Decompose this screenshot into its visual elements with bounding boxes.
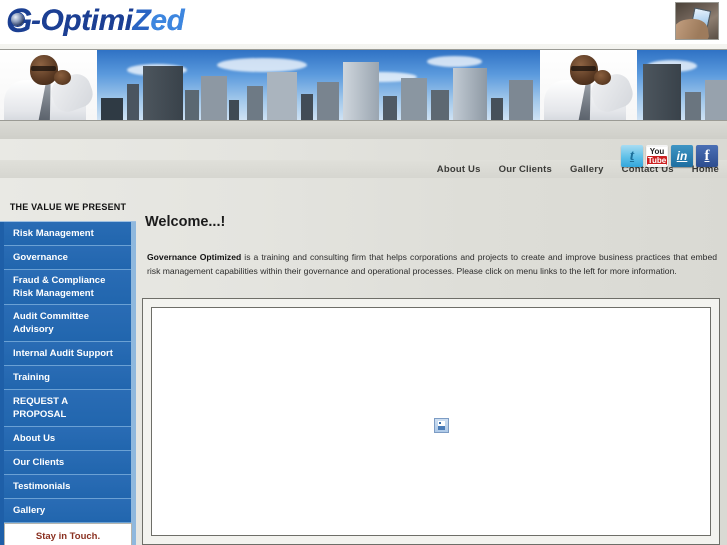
sidebar-item-about-us[interactable]: About Us	[4, 427, 131, 451]
main-content: Welcome...! Governance Optimized is a tr…	[141, 205, 723, 545]
logo-word-part-1: -Optimi	[31, 4, 133, 37]
nav-item-gallery[interactable]: Gallery	[570, 164, 604, 175]
sidebar-item-our-clients[interactable]: Our Clients	[4, 451, 131, 475]
sidebar-item-audit-committee-advisory[interactable]: Audit Committee Advisory	[4, 305, 131, 342]
intro-company-name: Governance Optimized	[147, 252, 242, 262]
social-links: t You Tube in f	[621, 145, 718, 167]
logo-wordmark: -OptimiZed	[31, 4, 185, 38]
nav-item-about-us[interactable]: About Us	[437, 164, 481, 175]
facebook-icon[interactable]: f	[696, 145, 718, 167]
sidebar-item-request-a-proposal[interactable]: REQUEST A PROPOSAL	[4, 390, 131, 427]
banner-businessman-left	[0, 50, 97, 120]
page-title: Welcome...!	[145, 214, 226, 230]
banner-glasses-left	[31, 66, 56, 71]
logo-g-letter: G	[6, 4, 32, 38]
sidebar: THE VALUE WE PRESENT Risk Management Gov…	[0, 198, 136, 545]
sidebar-item-fraud-compliance-risk-management[interactable]: Fraud & Compliance Risk Management	[4, 270, 131, 305]
stay-in-touch-box: Stay in Touch.	[4, 523, 132, 545]
sidebar-item-testimonials[interactable]: Testimonials	[4, 475, 131, 499]
youtube-icon[interactable]: You Tube	[646, 145, 668, 167]
banner-skyline-center	[97, 50, 540, 120]
sidebar-title: THE VALUE WE PRESENT	[9, 202, 127, 212]
logo-word-part-2: Z	[132, 4, 151, 37]
logo-word-part-3: ed	[150, 4, 185, 37]
stay-in-touch-title: Stay in Touch.	[35, 531, 101, 542]
banner-image	[0, 49, 727, 121]
sidebar-item-risk-management[interactable]: Risk Management	[4, 222, 131, 246]
banner-skyline-right	[637, 50, 727, 120]
top-navigation: About Us Our Clients Gallery Contact Us …	[0, 160, 727, 178]
sidebar-menu: Risk Management Governance Fraud & Compl…	[0, 221, 136, 545]
sidebar-item-governance[interactable]: Governance	[4, 246, 131, 270]
broken-image-icon[interactable]	[434, 418, 449, 433]
linkedin-icon[interactable]: in	[671, 145, 693, 167]
banner-area: About Us Our Clients Gallery Contact Us …	[0, 44, 727, 178]
youtube-icon-line2: Tube	[647, 156, 667, 165]
broken-image-glyph	[438, 421, 445, 430]
logo-sphere-icon	[11, 13, 24, 26]
banner-hand-right	[594, 70, 611, 85]
page-root: G -OptimiZed	[0, 0, 727, 545]
intro-paragraph: Governance Optimized is a training and c…	[147, 250, 717, 278]
hand-holding-pda-photo	[675, 2, 719, 40]
youtube-icon-line1: You	[647, 147, 667, 156]
content-inner-panel	[151, 307, 711, 536]
banner-businessman-right	[540, 50, 637, 120]
sidebar-item-gallery[interactable]: Gallery	[4, 499, 131, 523]
header-strip: G -OptimiZed	[0, 0, 727, 44]
site-logo[interactable]: G -OptimiZed	[6, 1, 185, 41]
nav-item-our-clients[interactable]: Our Clients	[499, 164, 552, 175]
twitter-icon[interactable]: t	[621, 145, 643, 167]
banner-hand-left	[54, 70, 71, 85]
banner-glasses-right	[571, 66, 596, 71]
content-frame	[142, 298, 720, 545]
sidebar-item-training[interactable]: Training	[4, 366, 131, 390]
sidebar-item-internal-audit-support[interactable]: Internal Audit Support	[4, 342, 131, 366]
